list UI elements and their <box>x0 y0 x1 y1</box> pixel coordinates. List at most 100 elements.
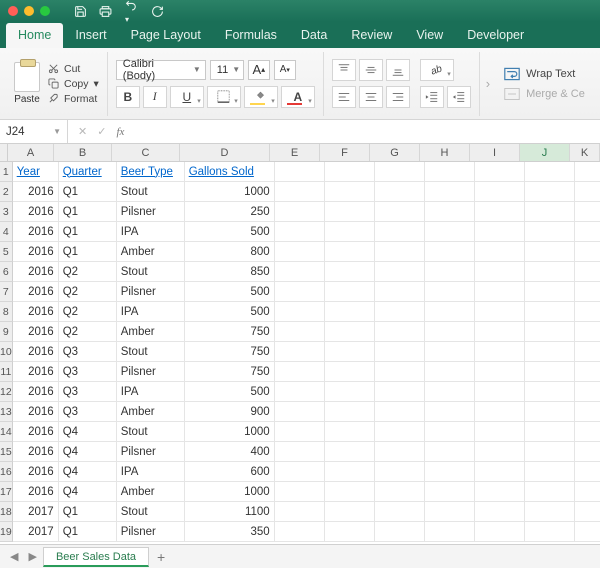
cell[interactable] <box>375 182 425 202</box>
cell[interactable] <box>525 442 575 462</box>
cell[interactable] <box>575 522 600 542</box>
cell[interactable]: Q2 <box>59 322 117 342</box>
cell[interactable] <box>475 162 525 182</box>
cell[interactable] <box>275 482 325 502</box>
font-name-combo[interactable]: Calibri (Body)▼ <box>116 60 206 80</box>
cell[interactable] <box>425 322 475 342</box>
cell[interactable] <box>375 402 425 422</box>
column-header-K[interactable]: K <box>570 144 600 161</box>
cell[interactable] <box>475 282 525 302</box>
cell[interactable]: IPA <box>117 462 185 482</box>
sheet-tab-active[interactable]: Beer Sales Data <box>43 547 149 567</box>
cell[interactable] <box>425 242 475 262</box>
column-header-C[interactable]: C <box>112 144 180 161</box>
row-header[interactable]: 16 <box>0 462 13 482</box>
cell[interactable]: IPA <box>117 382 185 402</box>
cell[interactable] <box>475 362 525 382</box>
align-left-button[interactable] <box>332 86 356 108</box>
cell[interactable] <box>475 342 525 362</box>
cell[interactable] <box>325 202 375 222</box>
cell[interactable] <box>325 442 375 462</box>
decrease-font-button[interactable]: A▾ <box>274 60 296 80</box>
cell[interactable] <box>325 242 375 262</box>
column-header-E[interactable]: E <box>270 144 320 161</box>
cell[interactable] <box>325 462 375 482</box>
cell[interactable]: Year <box>13 162 59 182</box>
cell[interactable] <box>375 442 425 462</box>
cell[interactable] <box>525 302 575 322</box>
align-right-button[interactable] <box>386 86 410 108</box>
cell[interactable] <box>525 182 575 202</box>
cell[interactable] <box>275 422 325 442</box>
cell[interactable] <box>325 282 375 302</box>
column-header-F[interactable]: F <box>320 144 370 161</box>
column-header-J[interactable]: J <box>520 144 570 161</box>
cell[interactable] <box>275 282 325 302</box>
cell[interactable]: Q3 <box>59 382 117 402</box>
cell[interactable] <box>275 322 325 342</box>
cell[interactable] <box>375 222 425 242</box>
cell[interactable]: Q1 <box>59 502 117 522</box>
select-all-corner[interactable] <box>0 144 8 161</box>
cell[interactable] <box>575 502 600 522</box>
cell[interactable]: IPA <box>117 302 185 322</box>
window-minimize-button[interactable] <box>24 6 34 16</box>
cell[interactable]: Pilsner <box>117 522 185 542</box>
cell[interactable]: Q1 <box>59 522 117 542</box>
cell[interactable] <box>375 502 425 522</box>
row-header[interactable]: 18 <box>0 502 13 522</box>
row-header[interactable]: 5 <box>0 242 13 262</box>
row-header[interactable]: 10 <box>0 342 13 362</box>
decrease-indent-button[interactable] <box>420 86 444 108</box>
cell[interactable]: 850 <box>185 262 275 282</box>
cell[interactable]: Q3 <box>59 362 117 382</box>
window-close-button[interactable] <box>8 6 18 16</box>
window-zoom-button[interactable] <box>40 6 50 16</box>
cell[interactable] <box>425 262 475 282</box>
cell[interactable]: Gallons Sold <box>185 162 275 182</box>
cell[interactable] <box>525 502 575 522</box>
cell[interactable] <box>425 342 475 362</box>
column-header-I[interactable]: I <box>470 144 520 161</box>
cell[interactable]: 2016 <box>13 342 59 362</box>
paste-button[interactable]: Paste <box>14 94 40 105</box>
sheet-nav-prev[interactable]: ◀ <box>6 550 22 563</box>
cell[interactable]: Q1 <box>59 222 117 242</box>
cell[interactable] <box>525 402 575 422</box>
cell[interactable] <box>475 302 525 322</box>
cell[interactable] <box>525 342 575 362</box>
cell[interactable] <box>525 242 575 262</box>
italic-button[interactable]: I <box>143 86 167 108</box>
cell[interactable]: 1000 <box>185 482 275 502</box>
cell[interactable]: Pilsner <box>117 442 185 462</box>
cell[interactable]: 2016 <box>13 362 59 382</box>
cell[interactable] <box>525 282 575 302</box>
cell[interactable]: IPA <box>117 222 185 242</box>
print-icon[interactable] <box>99 5 112 18</box>
column-header-D[interactable]: D <box>180 144 270 161</box>
cell[interactable] <box>275 382 325 402</box>
cell[interactable]: 800 <box>185 242 275 262</box>
cell[interactable]: Q2 <box>59 262 117 282</box>
cell[interactable] <box>575 482 600 502</box>
cell[interactable] <box>475 522 525 542</box>
cell[interactable] <box>375 302 425 322</box>
cell[interactable] <box>525 222 575 242</box>
row-header[interactable]: 7 <box>0 282 13 302</box>
repeat-icon[interactable] <box>151 5 164 18</box>
cell[interactable]: Amber <box>117 242 185 262</box>
cell[interactable] <box>375 522 425 542</box>
cell[interactable] <box>475 182 525 202</box>
cell[interactable] <box>375 322 425 342</box>
cell[interactable] <box>325 182 375 202</box>
row-header[interactable]: 12 <box>0 382 13 402</box>
cell[interactable]: 2016 <box>13 182 59 202</box>
cell[interactable] <box>425 482 475 502</box>
cell[interactable] <box>275 162 325 182</box>
cell[interactable]: 2016 <box>13 202 59 222</box>
format-painter-button[interactable]: Format <box>48 93 99 105</box>
cell[interactable]: Stout <box>117 342 185 362</box>
cell[interactable]: Amber <box>117 322 185 342</box>
align-top-button[interactable] <box>332 59 356 81</box>
cell[interactable] <box>325 262 375 282</box>
